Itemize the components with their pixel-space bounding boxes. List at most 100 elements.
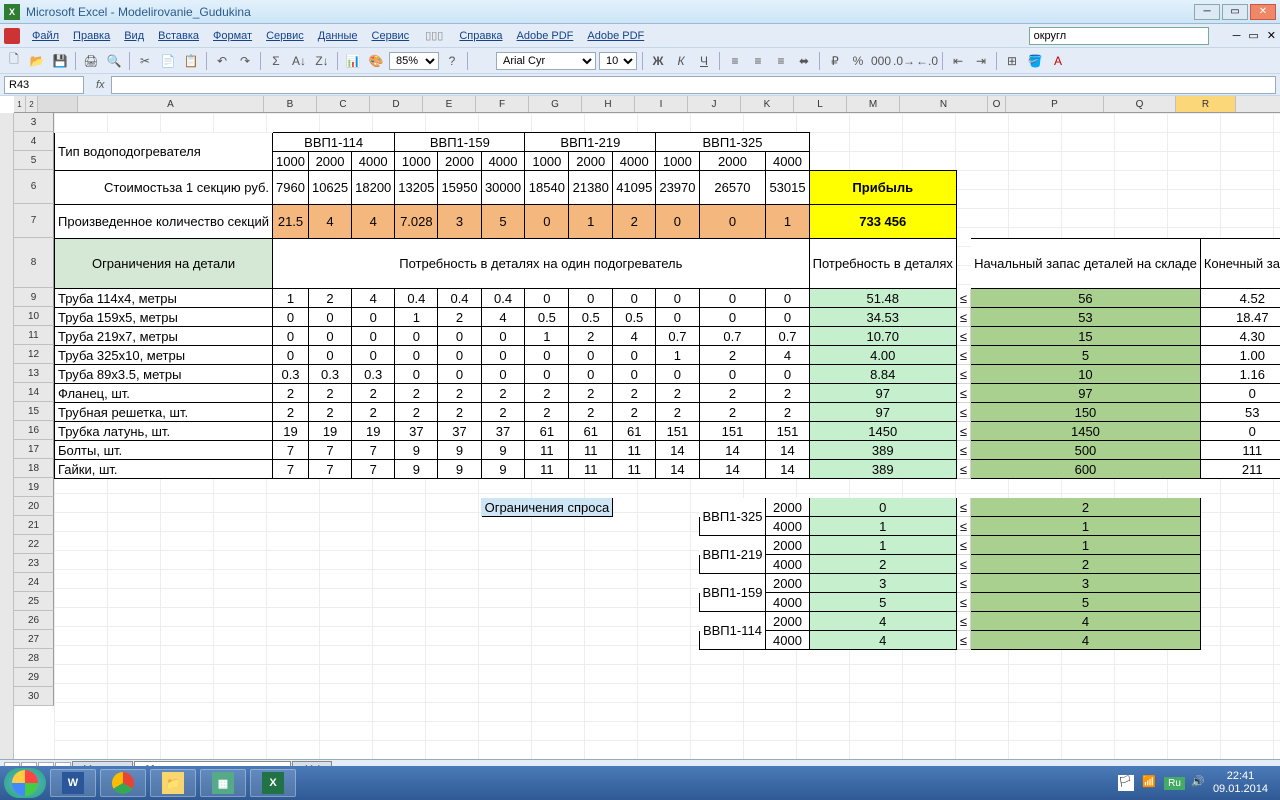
row-12[interactable]: 12 — [14, 345, 54, 364]
menu-tools2[interactable]: Сервис — [366, 27, 416, 45]
row-27[interactable]: 27 — [14, 630, 54, 649]
tray-volume-icon[interactable]: 🔊 — [1191, 775, 1207, 791]
select-all-corner[interactable] — [38, 96, 78, 112]
row-20[interactable]: 20 — [14, 497, 54, 516]
new-icon[interactable]: 🗋 — [4, 51, 24, 71]
row-19[interactable]: 19 — [14, 478, 54, 497]
taskbar-app[interactable]: ▦ — [200, 769, 246, 797]
row-6[interactable]: 6 — [14, 170, 54, 204]
col-R[interactable]: R — [1176, 96, 1236, 112]
chart-icon[interactable]: 📊 — [343, 51, 363, 71]
row-11[interactable]: 11 — [14, 326, 54, 345]
menu-data[interactable]: Данные — [312, 27, 364, 45]
borders-icon[interactable]: ⊞ — [1002, 51, 1022, 71]
menu-help[interactable]: Adobe PDF — [511, 27, 580, 45]
align-right-icon[interactable]: ≡ — [771, 51, 791, 71]
col-A[interactable]: A — [78, 96, 264, 112]
row-28[interactable]: 28 — [14, 649, 54, 668]
preview-icon[interactable]: 🔍 — [104, 51, 124, 71]
taskbar-explorer[interactable]: 📁 — [150, 769, 196, 797]
menu-edit[interactable]: Правка — [67, 27, 116, 45]
col-Q[interactable]: Q — [1104, 96, 1176, 112]
row-16[interactable]: 16 — [14, 421, 54, 440]
help-search-input[interactable] — [1029, 27, 1209, 45]
row-21[interactable]: 21 — [14, 516, 54, 535]
mdi-minimize[interactable]: ─ — [1233, 30, 1241, 42]
col-O[interactable]: O — [988, 96, 1006, 112]
col-B[interactable]: B — [264, 96, 317, 112]
tray-network-icon[interactable]: 📶 — [1142, 775, 1158, 791]
row-14[interactable]: 14 — [14, 383, 54, 402]
taskbar-excel[interactable]: X — [250, 769, 296, 797]
increase-decimal-icon[interactable]: .0→ — [894, 51, 914, 71]
font-name-select[interactable]: Arial Cyr — [496, 52, 596, 70]
formula-input[interactable] — [111, 76, 1276, 94]
increase-indent-icon[interactable]: ⇥ — [971, 51, 991, 71]
print-icon[interactable]: 🖨 — [81, 51, 101, 71]
outline-2[interactable]: 2 — [26, 96, 38, 112]
cut-icon[interactable]: ✂ — [135, 51, 155, 71]
row-13[interactable]: 13 — [14, 364, 54, 383]
col-J[interactable]: J — [688, 96, 741, 112]
comma-icon[interactable]: 000 — [871, 51, 891, 71]
save-icon[interactable]: 💾 — [50, 51, 70, 71]
menu-file[interactable]: Файл — [26, 27, 65, 45]
close-button[interactable]: ✕ — [1250, 4, 1276, 20]
col-I[interactable]: I — [635, 96, 688, 112]
row-26[interactable]: 26 — [14, 611, 54, 630]
fx-icon[interactable]: fx — [96, 79, 105, 91]
zoom-select[interactable]: 85% — [389, 52, 439, 70]
currency-icon[interactable]: ₽ — [825, 51, 845, 71]
menu-tools[interactable]: Сервис — [260, 27, 310, 45]
help-icon[interactable]: ? — [442, 51, 462, 71]
paste-icon[interactable]: 📋 — [181, 51, 201, 71]
col-D[interactable]: D — [370, 96, 423, 112]
align-center-icon[interactable]: ≡ — [748, 51, 768, 71]
start-button[interactable] — [4, 768, 46, 798]
row-29[interactable]: 29 — [14, 668, 54, 687]
merge-icon[interactable]: ⬌ — [794, 51, 814, 71]
mdi-restore[interactable]: ▭ — [1248, 29, 1258, 42]
menu-pdf[interactable]: Adobe PDF — [581, 27, 650, 45]
outline-gutter[interactable] — [0, 113, 14, 759]
drawing-icon[interactable]: 🎨 — [366, 51, 386, 71]
redo-icon[interactable]: ↷ — [235, 51, 255, 71]
col-F[interactable]: F — [476, 96, 529, 112]
sum-icon[interactable]: Σ — [266, 51, 286, 71]
bold-icon[interactable]: Ж — [648, 51, 668, 71]
row-8[interactable]: 8 — [14, 238, 54, 288]
mdi-close[interactable]: ✕ — [1267, 29, 1276, 42]
col-C[interactable]: C — [317, 96, 370, 112]
row-5[interactable]: 5 — [14, 151, 54, 170]
col-E[interactable]: E — [423, 96, 476, 112]
language-indicator[interactable]: Ru — [1164, 777, 1185, 790]
italic-icon[interactable]: К — [671, 51, 691, 71]
data-grid[interactable]: Тип водоподогревателяВВП1-114ВВП1-159ВВП… — [54, 113, 1280, 707]
decrease-decimal-icon[interactable]: ←.0 — [917, 51, 937, 71]
office-button-icon[interactable] — [4, 28, 20, 44]
decrease-indent-icon[interactable]: ⇤ — [948, 51, 968, 71]
col-P[interactable]: P — [1006, 96, 1104, 112]
tray-flag-icon[interactable]: 🏳 — [1118, 775, 1134, 791]
col-L[interactable]: L — [794, 96, 847, 112]
sort-asc-icon[interactable]: A↓ — [289, 51, 309, 71]
row-22[interactable]: 22 — [14, 535, 54, 554]
align-left-icon[interactable]: ≡ — [725, 51, 745, 71]
col-H[interactable]: H — [582, 96, 635, 112]
outline-1[interactable]: 1 — [14, 96, 26, 112]
undo-icon[interactable]: ↶ — [212, 51, 232, 71]
menu-format[interactable]: Формат — [207, 27, 258, 45]
row-30[interactable]: 30 — [14, 687, 54, 706]
maximize-button[interactable]: ▭ — [1222, 4, 1248, 20]
col-M[interactable]: M — [847, 96, 900, 112]
row-18[interactable]: 18 — [14, 459, 54, 478]
menu-insert[interactable]: Вставка — [152, 27, 205, 45]
fill-color-icon[interactable]: 🪣 — [1025, 51, 1045, 71]
sort-desc-icon[interactable]: Z↓ — [312, 51, 332, 71]
menu-window[interactable]: Справка — [453, 27, 508, 45]
row-7[interactable]: 7 — [14, 204, 54, 238]
menu-view[interactable]: Вид — [118, 27, 150, 45]
col-K[interactable]: K — [741, 96, 794, 112]
row-23[interactable]: 23 — [14, 554, 54, 573]
percent-icon[interactable]: % — [848, 51, 868, 71]
